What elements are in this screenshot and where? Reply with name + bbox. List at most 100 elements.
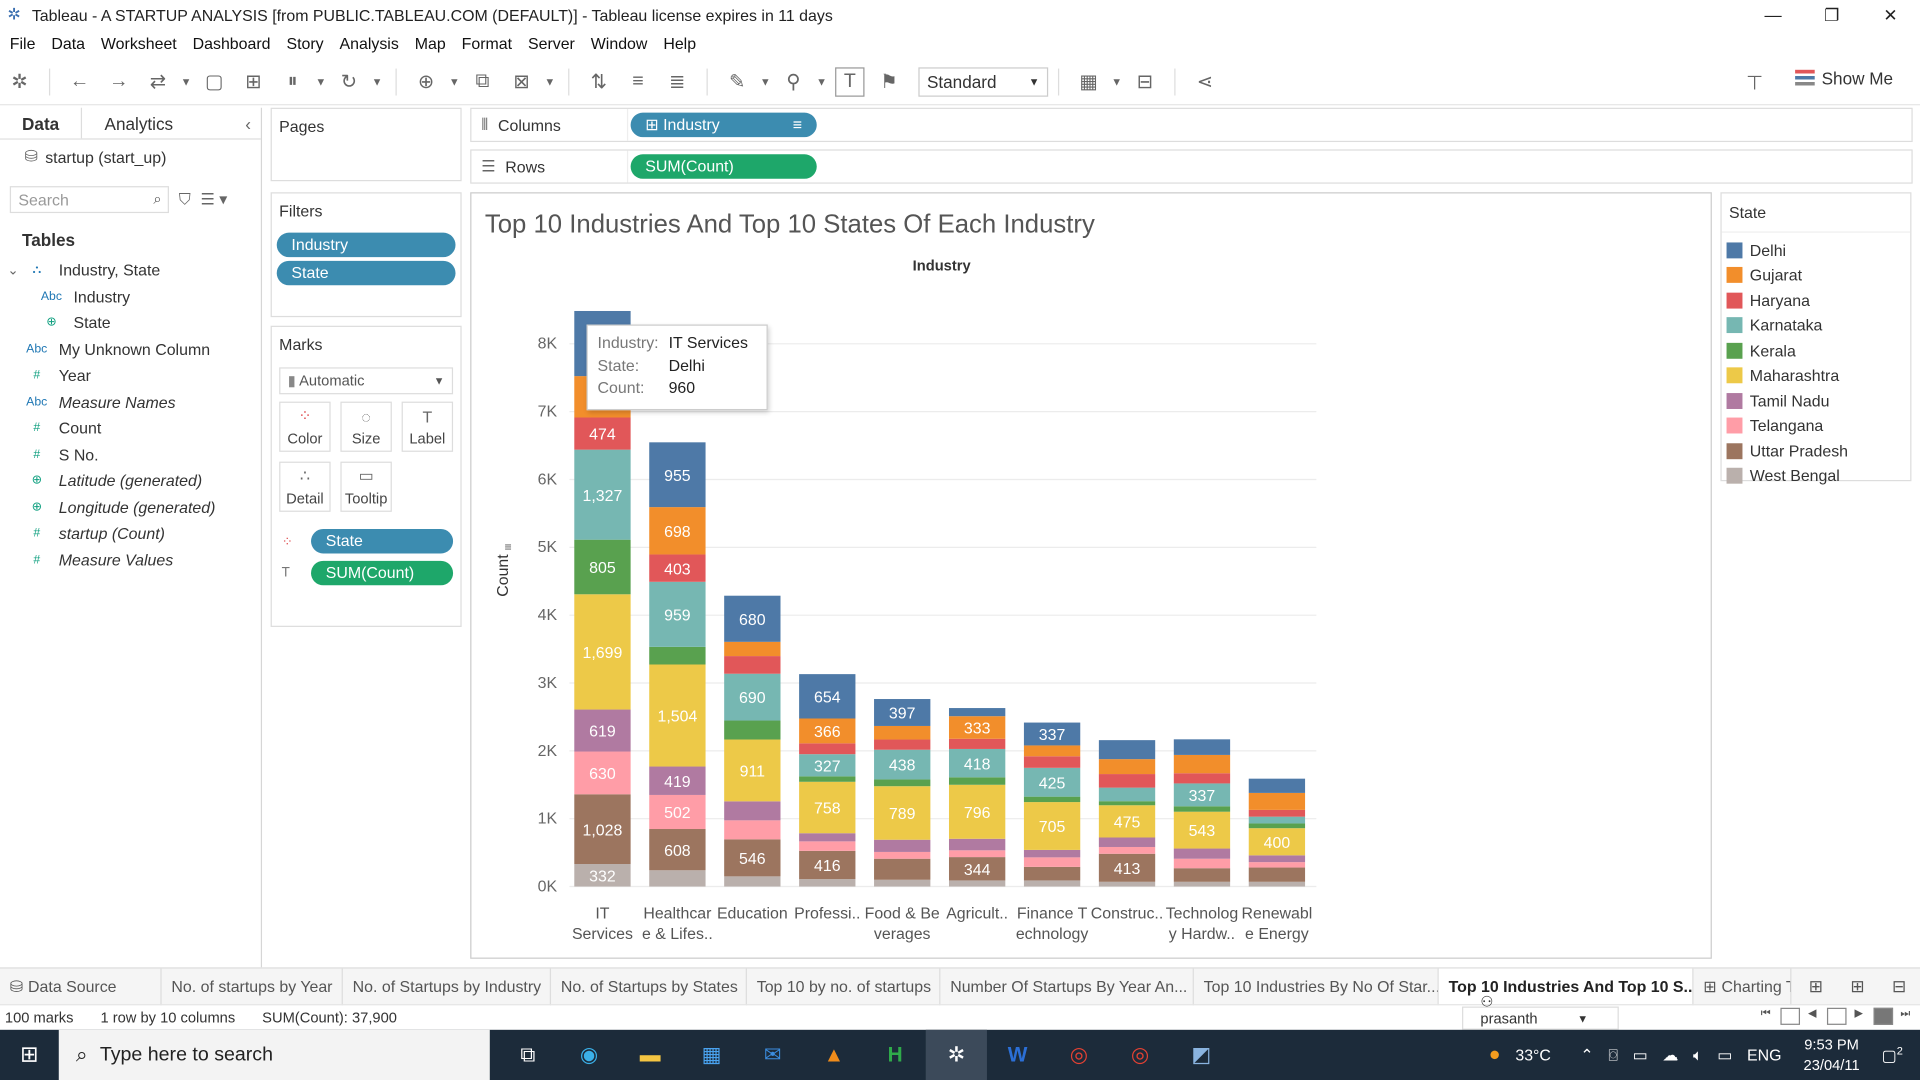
swap-rows-columns-icon[interactable]: ⇅ [584,67,613,96]
columns-shelf[interactable]: ⦀ Columns ⊞ Industry ≡ [470,107,1913,143]
menu-help[interactable]: Help [658,34,707,52]
bar-segment[interactable] [1098,837,1156,847]
task-view-icon[interactable]: ⧉ [497,1030,558,1080]
field-item[interactable]: # Count [0,415,261,441]
size-button[interactable]: ◌ Size [340,401,392,452]
filter-pill-state[interactable]: State [276,260,456,286]
bar-segment[interactable] [799,879,856,887]
bar-segment[interactable] [1023,849,1081,858]
chrome-profile-icon[interactable]: ◎ [1109,1030,1170,1080]
legend-item[interactable]: Maharashtra [1722,363,1911,388]
datasource-item[interactable]: ⛁ startup (start_up) [0,140,261,174]
bar-segment[interactable] [1248,809,1306,817]
bar-segment[interactable] [1023,745,1081,757]
pause-updates-icon[interactable]: ⏸ [278,67,307,96]
axis-sort-icon[interactable]: ≡ [504,540,511,554]
bar-segment[interactable] [874,839,931,852]
view-options-icon[interactable]: ☰ ▾ [201,190,228,210]
legend-item[interactable]: West Bengal [1722,463,1911,488]
legend-item[interactable]: Tamil Nadu [1722,388,1911,413]
rows-shelf[interactable]: ☰ Rows SUM(Count) [470,149,1913,184]
sheet-tab[interactable]: No. of Startups by Industry [343,967,552,1005]
bar-segment[interactable] [1023,880,1081,887]
windows-start-icon[interactable]: ⊞ [0,1030,59,1080]
sort-descending-icon[interactable]: ≣ [662,67,691,96]
clear-dropdown-icon[interactable]: ▼ [542,67,557,96]
fix-axes-icon[interactable]: ⚑ [874,67,903,96]
bar-segment[interactable] [948,838,1006,851]
new-story-tab-icon[interactable]: ⊟ [1878,976,1920,997]
field-item[interactable]: Abc My Unknown Column [0,336,261,362]
user-select[interactable]: ⚇ prasanth k ▼ [1462,992,1619,1044]
bar-segment[interactable] [1098,846,1156,854]
bar-segment[interactable] [1098,740,1156,760]
filters-card[interactable]: Filters Industry State [270,192,462,318]
redo-icon[interactable]: → [104,67,133,96]
new-worksheet-dropdown-icon[interactable]: ▼ [447,67,462,96]
filter-icon[interactable]: ⛉ [179,190,191,210]
bar-segment[interactable] [1098,881,1156,887]
rows-pill-sum-count[interactable]: SUM(Count) [630,154,817,179]
tableau-taskbar-icon[interactable]: ✲ [925,1029,987,1080]
menu-format[interactable]: Format [457,34,523,52]
bar-segment[interactable] [724,801,781,821]
expand-icon[interactable]: ⌄ [7,262,22,279]
menu-server[interactable]: Server [523,34,586,52]
field-item[interactable]: Abc Measure Names [0,389,261,415]
notification-icon[interactable]: ▢2 [1882,1044,1903,1065]
save-icon[interactable]: ▢ [200,67,229,96]
bar-segment[interactable] [1248,778,1306,793]
bar-segment[interactable] [1248,792,1306,810]
bar-segment[interactable] [649,646,706,665]
bar-segment[interactable] [799,841,856,851]
undo-icon[interactable]: ← [65,67,94,96]
field-item[interactable]: # Measure Values [0,547,261,573]
legend-item[interactable]: Haryana [1722,288,1911,313]
new-datasource-icon[interactable]: ⊞ [239,67,268,96]
marks-pill-sum-count[interactable]: SUM(Count) [311,560,454,586]
sheet-tab[interactable]: Number Of Startups By Year An... [940,967,1194,1005]
filter-pill-industry[interactable]: Industry [276,232,456,258]
bar-segment[interactable] [874,739,931,750]
bar-segment[interactable] [874,879,931,887]
bar-segment[interactable] [1098,801,1156,806]
bar-segment[interactable] [1248,862,1306,868]
menu-worksheet[interactable]: Worksheet [96,34,188,52]
bar-segment[interactable] [724,820,781,840]
edge-browser-icon[interactable]: ◉ [558,1030,619,1080]
store-icon[interactable]: ▦ [681,1030,742,1080]
tray-chevron-icon[interactable]: ⌃ [1580,1045,1593,1065]
sheet-tab[interactable]: ⛁ Data Source [0,967,162,1005]
bar-segment[interactable] [1173,739,1231,755]
battery-icon[interactable]: ▭ [1633,1045,1648,1065]
duplicate-sheet-icon[interactable]: ⧉ [468,67,497,96]
share-icon[interactable]: ⋖ [1190,67,1219,96]
show-cards-dropdown-icon[interactable]: ▼ [1109,67,1124,96]
presentation-mode-icon[interactable]: ⊟ [1130,67,1159,96]
grid-view-icon[interactable] [1780,1007,1801,1025]
bar-segment[interactable] [874,851,931,859]
menu-data[interactable]: Data [46,34,96,52]
bar-segment[interactable] [649,870,706,887]
bar-segment[interactable] [724,641,781,657]
sheet-tab[interactable]: Top 10 by no. of startups [747,967,941,1005]
columns-pill-industry[interactable]: ⊞ Industry ≡ [630,112,817,138]
close-button[interactable]: ✕ [1861,0,1920,29]
show-labels-icon[interactable]: T [835,66,865,97]
pages-card[interactable]: Pages [270,107,462,182]
menu-dashboard[interactable]: Dashboard [188,34,282,52]
group-icon[interactable]: ⚲ [779,67,808,96]
tab-data[interactable]: Data [0,107,83,139]
bar-segment[interactable] [1098,759,1156,775]
bar-segment[interactable] [799,833,856,842]
bar-segment[interactable] [1023,857,1081,867]
bar-segment[interactable] [799,776,856,782]
file-explorer-icon[interactable]: ▬ [620,1030,681,1080]
mail-icon[interactable]: ✉ [742,1030,803,1080]
detail-button[interactable]: ∴ Detail [279,461,331,512]
bar-segment[interactable] [1173,754,1231,774]
collapse-pane-icon[interactable]: ‹ [245,108,251,139]
menu-window[interactable]: Window [586,34,659,52]
bar-segment[interactable] [874,858,931,880]
field-item[interactable]: ⊕ Longitude (generated) [0,494,261,520]
